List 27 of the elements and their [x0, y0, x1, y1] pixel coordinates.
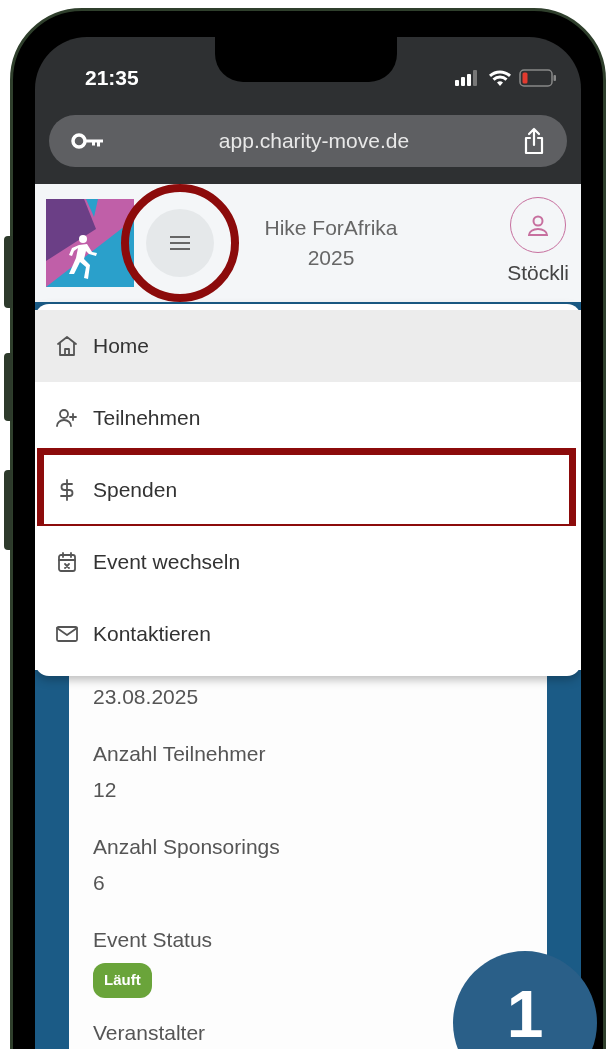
menu-item[interactable]: Teilnehmen	[35, 382, 581, 454]
user-icon	[526, 213, 551, 238]
calendar-icon	[55, 550, 79, 574]
address-bar[interactable]: app.charity-move.de	[49, 115, 567, 167]
menu-item[interactable]: Event wechseln	[35, 526, 581, 598]
home-icon	[55, 334, 79, 358]
event-title: Hike ForAfrika 2025	[263, 215, 399, 271]
field-value: 23.08.2025	[93, 684, 199, 710]
field-value: 6	[93, 870, 105, 896]
step-number: 1	[506, 981, 544, 1049]
user-name: Stöckli	[507, 260, 569, 287]
wifi-icon	[488, 69, 512, 87]
menu-item[interactable]: Kontaktieren	[35, 598, 581, 670]
url-text: app.charity-move.de	[217, 128, 411, 155]
person-add-icon	[55, 406, 79, 430]
status-time: 21:35	[85, 65, 139, 92]
status-badge: Läuft	[93, 963, 152, 998]
field-value: 12	[93, 777, 117, 803]
field-label: Veranstalter	[93, 1020, 206, 1046]
field-label: Anzahl Sponsorings	[93, 834, 280, 860]
field-label: Event Status	[93, 927, 213, 953]
share-icon[interactable]	[523, 127, 545, 155]
key-icon	[71, 133, 105, 149]
field-label: Anzahl Teilnehmer	[93, 741, 266, 767]
battery-icon	[519, 69, 557, 87]
menu-item[interactable]: Home	[35, 310, 581, 382]
menu-icon	[169, 236, 191, 250]
